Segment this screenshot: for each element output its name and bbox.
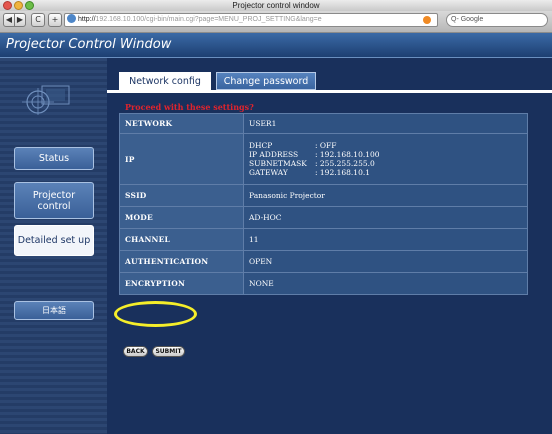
- ip-key: IP ADDRESS: [249, 150, 299, 159]
- ip-key: GATEWAY: [249, 168, 288, 177]
- setting-value: 11: [243, 228, 528, 251]
- setting-value: OPEN: [243, 250, 528, 273]
- ip-value: : 192.168.10.1: [315, 168, 371, 177]
- page: Projector Control Window Status Projecto…: [0, 33, 552, 434]
- setting-value: AD-HOC: [243, 206, 528, 229]
- ip-value: : OFF: [315, 141, 337, 150]
- page-header: Projector Control Window: [0, 33, 552, 58]
- main-content: Network config Change password Proceed w…: [107, 58, 552, 434]
- browser-toolbar: ◀ ▶ C + http://192.168.10.100/cgi-bin/ma…: [0, 11, 552, 33]
- window-titlebar: Projector control window: [0, 0, 552, 11]
- confirmation-notice: Proceed with these settings?: [125, 102, 254, 112]
- ip-settings-grid: DHCP : OFF IP ADDRESS : 192.168.10.100 SUB…: [249, 141, 522, 177]
- table-row: SSID Panasonic Projector: [119, 184, 528, 207]
- address-bar[interactable]: http://192.168.10.100/cgi-bin/main.cgi?p…: [64, 13, 438, 27]
- url-scheme: http://: [78, 16, 96, 23]
- tab-change-password[interactable]: Change password: [216, 72, 316, 90]
- setting-value: Panasonic Projector: [243, 184, 528, 207]
- globe-icon: [67, 14, 76, 23]
- rss-icon[interactable]: [423, 16, 431, 24]
- sidebar: Status Projector control Detailed set up…: [0, 58, 107, 434]
- submit-button[interactable]: SUBMIT: [152, 346, 185, 357]
- setting-value: NONE: [243, 272, 528, 295]
- ip-value: : 255.255.255.0: [315, 159, 375, 168]
- setting-label: IP: [119, 133, 244, 185]
- ip-settings-value: DHCP : OFF IP ADDRESS : 192.168.10.100 SUB…: [243, 133, 528, 185]
- table-row: IP DHCP : OFF IP ADDRESS : 192.168.10.100 …: [119, 133, 528, 185]
- tab-network-config[interactable]: Network config: [119, 72, 211, 90]
- ip-key: SUBNETMASK: [249, 159, 307, 168]
- back-form-button[interactable]: BACK: [123, 346, 148, 357]
- table-row: CHANNEL 11: [119, 228, 528, 251]
- forward-button[interactable]: ▶: [14, 13, 26, 27]
- setting-label: AUTHENTICATION: [119, 250, 244, 273]
- table-row: NETWORK USER1: [119, 113, 528, 134]
- settings-table: NETWORK USER1 IP DHCP : OFF IP ADDRESS : 1…: [119, 113, 528, 295]
- setting-label: MODE: [119, 206, 244, 229]
- setting-value: USER1: [243, 113, 528, 134]
- search-placeholder: Q- Google: [451, 16, 484, 23]
- url-text: 192.168.10.100/cgi-bin/main.cgi?page=MEN…: [95, 16, 322, 23]
- sidebar-item-japanese[interactable]: 日本語: [14, 301, 94, 320]
- page-title: Projector Control Window: [6, 37, 172, 52]
- table-row: MODE AD-HOC: [119, 206, 528, 229]
- add-bookmark-button[interactable]: +: [48, 13, 62, 27]
- setting-label: CHANNEL: [119, 228, 244, 251]
- sidebar-item-status[interactable]: Status: [14, 147, 94, 170]
- ip-key: DHCP: [249, 141, 273, 150]
- window-title: Projector control window: [232, 1, 320, 10]
- sidebar-item-detailed-set-up[interactable]: Detailed set up: [14, 225, 94, 256]
- setting-label: NETWORK: [119, 113, 244, 134]
- reload-button[interactable]: C: [31, 13, 45, 27]
- setting-label: SSID: [119, 184, 244, 207]
- table-row: ENCRYPTION NONE: [119, 272, 528, 295]
- setting-label: ENCRYPTION: [119, 272, 244, 295]
- sidebar-item-projector-control[interactable]: Projector control: [14, 182, 94, 219]
- projector-logo-icon: [22, 85, 70, 115]
- tab-strip: Network config Change password: [107, 72, 552, 93]
- ip-value: : 192.168.10.100: [315, 150, 380, 159]
- search-input[interactable]: Q- Google: [446, 13, 548, 27]
- table-row: AUTHENTICATION OPEN: [119, 250, 528, 273]
